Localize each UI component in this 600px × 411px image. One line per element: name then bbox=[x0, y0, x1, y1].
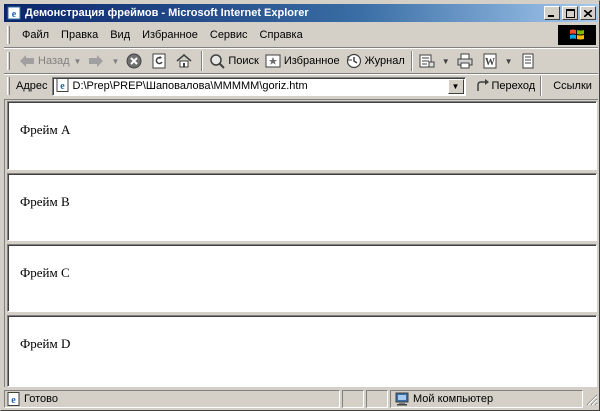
history-icon bbox=[346, 53, 361, 69]
discuss-icon bbox=[522, 53, 534, 69]
zone-panel[interactable]: Мой компьютер bbox=[390, 390, 583, 408]
home-icon bbox=[176, 54, 192, 68]
frame-d-text: Фрейм D bbox=[20, 336, 71, 351]
menu-view[interactable]: Вид bbox=[104, 29, 136, 41]
status-secure-panel bbox=[366, 390, 388, 408]
menu-edit[interactable]: Правка bbox=[55, 29, 104, 41]
svg-text:e: e bbox=[60, 81, 65, 92]
address-bar: Адрес e D:\Prep\PREP\Шаповалова\MMMMM\go… bbox=[4, 75, 598, 97]
minimize-button[interactable] bbox=[544, 6, 560, 20]
frame-b[interactable]: Фрейм B bbox=[7, 173, 597, 241]
ie-app-icon[interactable]: e bbox=[6, 5, 22, 21]
menu-bar: Файл Правка Вид Избранное Сервис Справка bbox=[4, 24, 598, 46]
print-button[interactable] bbox=[454, 50, 479, 72]
maximize-button[interactable] bbox=[562, 6, 578, 20]
back-label: Назад bbox=[38, 55, 70, 67]
status-panel: e Готово bbox=[4, 390, 340, 408]
word-edit-icon: W bbox=[483, 53, 497, 69]
status-text: Готово bbox=[24, 393, 58, 405]
search-label: Поиск bbox=[228, 55, 259, 67]
svg-text:e: e bbox=[11, 395, 16, 406]
address-url[interactable]: D:\Prep\PREP\Шаповалова\MMMMM\goriz.htm bbox=[73, 80, 448, 92]
discuss-button[interactable] bbox=[517, 50, 542, 72]
page-content: Фрейм A Фрейм B Фрейм C Фрейм D bbox=[4, 99, 598, 387]
browser-window: e Демонстрация фреймов - Microsoft Inter… bbox=[0, 0, 600, 411]
forward-arrow-icon bbox=[89, 55, 104, 67]
toolbar-grip[interactable] bbox=[7, 52, 10, 70]
mail-dropdown-icon[interactable]: ▼ bbox=[442, 57, 450, 66]
links-button[interactable]: Ссылки bbox=[553, 80, 592, 92]
search-icon bbox=[210, 54, 226, 69]
mail-button[interactable] bbox=[416, 50, 441, 72]
menu-favorites[interactable]: Избранное bbox=[136, 29, 204, 41]
refresh-button[interactable] bbox=[148, 50, 173, 72]
home-button[interactable] bbox=[173, 50, 198, 72]
page-ie-icon: e bbox=[56, 77, 70, 95]
frame-b-text: Фрейм B bbox=[20, 194, 70, 209]
back-arrow-icon bbox=[20, 55, 34, 67]
favorites-star-icon bbox=[265, 54, 281, 68]
svg-text:e: e bbox=[12, 9, 17, 20]
favorites-label: Избранное bbox=[283, 55, 340, 67]
address-dropdown-button[interactable]: ▼ bbox=[447, 78, 464, 94]
go-arrow-icon bbox=[476, 79, 489, 91]
svg-text:W: W bbox=[485, 57, 495, 68]
resize-grip-icon[interactable] bbox=[584, 392, 598, 406]
window-title: Демонстрация фреймов - Microsoft Interne… bbox=[25, 7, 309, 19]
edit-button[interactable]: W bbox=[479, 50, 504, 72]
back-dropdown-icon[interactable]: ▼ bbox=[74, 57, 82, 66]
back-button[interactable]: Назад bbox=[16, 50, 73, 72]
history-label: Журнал bbox=[364, 55, 405, 67]
status-bar: e Готово Мой компьютер bbox=[4, 389, 598, 409]
close-button[interactable] bbox=[580, 6, 596, 20]
go-button[interactable]: Переход bbox=[474, 79, 538, 93]
frame-a-text: Фрейм A bbox=[20, 122, 71, 137]
address-grip[interactable] bbox=[7, 77, 10, 95]
menu-help[interactable]: Справка bbox=[254, 29, 309, 41]
favorites-button[interactable]: Избранное bbox=[262, 50, 343, 72]
menu-tools[interactable]: Сервис bbox=[204, 29, 254, 41]
status-progress-panel bbox=[342, 390, 364, 408]
stop-icon bbox=[126, 53, 142, 69]
forward-button[interactable] bbox=[85, 50, 110, 72]
go-label: Переход bbox=[491, 80, 536, 92]
history-button[interactable]: Журнал bbox=[343, 50, 408, 72]
standard-toolbar: Назад ▼ ▼ Поиск Избранное Журнал ▼ W ▼ bbox=[4, 49, 598, 73]
frame-d[interactable]: Фрейм D bbox=[7, 315, 597, 387]
zone-text: Мой компьютер bbox=[413, 393, 494, 405]
my-computer-icon bbox=[395, 392, 409, 406]
frame-c[interactable]: Фрейм C bbox=[7, 244, 597, 312]
frame-a[interactable]: Фрейм A bbox=[7, 101, 597, 170]
stop-button[interactable] bbox=[123, 50, 148, 72]
refresh-icon bbox=[152, 53, 166, 69]
toolbar-separator bbox=[410, 51, 413, 71]
toolbar-separator bbox=[201, 51, 204, 71]
search-button[interactable]: Поиск bbox=[206, 50, 261, 72]
mail-icon bbox=[419, 54, 435, 68]
frame-c-text: Фрейм C bbox=[20, 265, 70, 280]
forward-dropdown-icon[interactable]: ▼ bbox=[111, 57, 119, 66]
edit-dropdown-icon[interactable]: ▼ bbox=[505, 57, 513, 66]
status-page-icon: e bbox=[7, 392, 20, 406]
address-label: Адрес bbox=[16, 80, 48, 92]
print-icon bbox=[457, 53, 473, 69]
menu-file[interactable]: Файл bbox=[16, 29, 55, 41]
windows-logo-icon bbox=[558, 25, 596, 45]
menu-grip[interactable] bbox=[7, 26, 10, 44]
address-input[interactable]: e D:\Prep\PREP\Шаповалова\MMMMM\goriz.ht… bbox=[51, 76, 466, 96]
title-bar[interactable]: e Демонстрация фреймов - Microsoft Inter… bbox=[4, 4, 598, 22]
address-separator bbox=[540, 76, 543, 96]
